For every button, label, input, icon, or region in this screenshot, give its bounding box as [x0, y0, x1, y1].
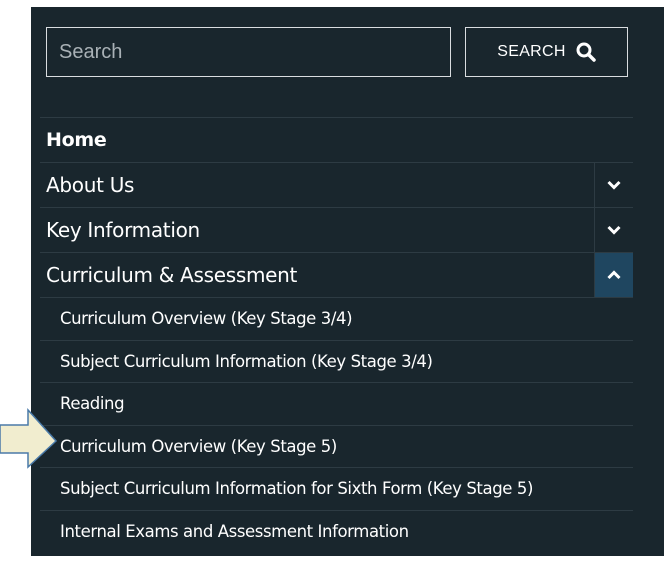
search-input[interactable] [46, 27, 451, 77]
main-nav: Home About Us Key Information Curriculum… [40, 117, 633, 552]
nav-item-home[interactable]: Home [40, 117, 633, 162]
nav-item-label: Key Information [46, 217, 200, 242]
nav-item-about-us[interactable]: About Us [40, 162, 633, 207]
nav-item-key-information[interactable]: Key Information [40, 207, 633, 252]
submenu-item-label: Internal Exams and Assessment Informatio… [60, 521, 409, 541]
navigation-panel: SEARCH Home About Us Key Information [31, 7, 664, 556]
submenu-item[interactable]: Curriculum Overview (Key Stage 3/4) [40, 297, 633, 340]
submenu-item-label: Curriculum Overview (Key Stage 5) [60, 436, 337, 456]
submenu-item[interactable]: Reading [40, 382, 633, 425]
submenu-curriculum-assessment: Curriculum Overview (Key Stage 3/4) Subj… [40, 297, 633, 552]
chevron-up-icon [607, 270, 621, 280]
submenu-item-label: Subject Curriculum Information (Key Stag… [60, 351, 433, 371]
submenu-item-label: Curriculum Overview (Key Stage 3/4) [60, 309, 353, 329]
submenu-item-label: Subject Curriculum Information for Sixth… [60, 479, 534, 499]
submenu-item[interactable]: Subject Curriculum Information (Key Stag… [40, 339, 633, 383]
expand-toggle[interactable] [594, 208, 633, 252]
nav-item-label: Curriculum & Assessment [46, 262, 298, 287]
collapse-toggle[interactable] [594, 253, 633, 297]
chevron-down-icon [607, 225, 621, 235]
submenu-item[interactable]: Internal Exams and Assessment Informatio… [40, 509, 633, 553]
search-button[interactable]: SEARCH [465, 27, 628, 77]
nav-item-curriculum-assessment[interactable]: Curriculum & Assessment [40, 252, 633, 297]
submenu-item-label: Reading [60, 394, 125, 414]
search-icon [576, 42, 596, 62]
chevron-down-icon [607, 180, 621, 190]
submenu-item[interactable]: Subject Curriculum Information for Sixth… [40, 467, 633, 510]
expand-toggle[interactable] [594, 163, 633, 207]
nav-item-label: Home [46, 128, 107, 151]
search-bar: SEARCH [46, 27, 628, 77]
search-button-label: SEARCH [497, 43, 566, 60]
submenu-item[interactable]: Curriculum Overview (Key Stage 5) [40, 424, 633, 468]
nav-item-label: About Us [46, 172, 135, 197]
